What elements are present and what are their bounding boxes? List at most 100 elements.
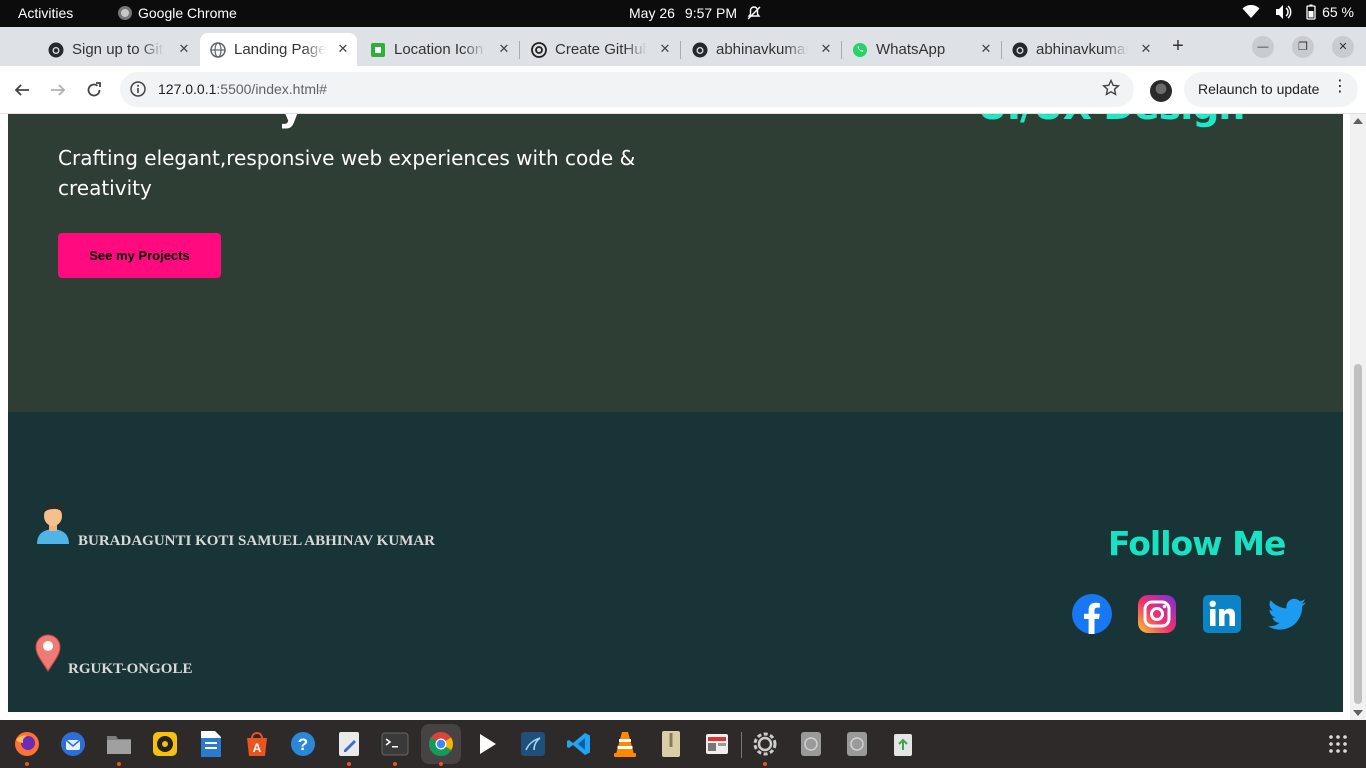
tab-close-icon[interactable]: ✕ (176, 41, 192, 57)
tab-abhinavkumar-1[interactable]: abhinavkumar ✕ (682, 33, 840, 66)
linkedin-icon[interactable] (1202, 594, 1242, 634)
tab-close-icon[interactable]: ✕ (818, 41, 834, 57)
hero-rotating-text: UI/UX Design (977, 114, 1245, 128)
tab-abhinavkumar-2[interactable]: abhinavkumar ✕ (1002, 33, 1160, 66)
dock-terminal[interactable] (375, 724, 415, 766)
play-icon (480, 734, 496, 754)
dock-media-player[interactable] (467, 724, 507, 764)
maximize-button[interactable]: ❐ (1292, 36, 1314, 58)
hero-section: y UI/UX Design Crafting elegant,responsi… (8, 114, 1343, 412)
dock-settings[interactable] (745, 724, 785, 766)
tab-close-icon[interactable]: ✕ (978, 41, 994, 57)
url-host: 127.0.0.1 (158, 81, 217, 97)
notifications-off-icon (747, 6, 761, 20)
dock-disk-2[interactable] (837, 724, 877, 764)
dock-rhythmbox[interactable] (145, 724, 185, 764)
ubuntu-dock: A ? (0, 720, 1366, 768)
tab-title: Location Icon (394, 41, 484, 58)
tab-close-icon[interactable]: ✕ (496, 41, 512, 57)
scroll-up-icon[interactable] (1353, 118, 1363, 124)
clock[interactable]: May 26 9:57 PM (629, 5, 761, 21)
url-path: :5500/index.html# (216, 81, 327, 97)
tab-close-icon[interactable]: ✕ (657, 41, 673, 57)
app-name: Google Chrome (138, 5, 237, 21)
dock-app-center[interactable]: A (237, 724, 277, 764)
bookmark-star-icon[interactable] (1101, 78, 1121, 102)
kebab-menu-icon[interactable]: ⋮ (1332, 79, 1348, 95)
libreoffice-writer-icon (201, 731, 221, 757)
screenshot-icon (706, 734, 728, 754)
archive-icon (662, 731, 680, 757)
owner-name: BURADAGUNTI KOTI SAMUEL ABHINAV KUMAR (78, 533, 435, 549)
dock-disk-1[interactable] (791, 724, 831, 764)
system-tray[interactable]: 65 % (1242, 4, 1354, 20)
github-icon (1012, 42, 1028, 58)
tab-close-icon[interactable]: ✕ (335, 41, 351, 57)
wifi-icon (1242, 5, 1260, 18)
page-scrollbar[interactable] (1350, 114, 1366, 720)
dock-vscode[interactable] (559, 724, 599, 764)
hero-heading-clipped: y (278, 114, 304, 130)
facebook-icon[interactable] (1072, 594, 1112, 634)
dock-trash[interactable] (883, 724, 923, 764)
minimize-button[interactable]: — (1252, 36, 1274, 58)
profile-avatar[interactable] (1150, 80, 1172, 102)
tab-sign-up-github[interactable]: Sign up to GitHub ✕ (38, 33, 198, 66)
twitter-icon[interactable] (1267, 594, 1307, 634)
reload-button[interactable] (82, 78, 106, 102)
disk-icon (847, 732, 867, 756)
chrome-app-icon (118, 6, 132, 20)
help-icon: ? (291, 732, 315, 756)
tab-whatsapp[interactable]: WhatsApp ✕ (842, 33, 1000, 66)
hero-tagline: Crafting elegant,responsive web experien… (58, 146, 636, 200)
back-button[interactable] (10, 78, 34, 102)
dock-vlc[interactable] (605, 724, 645, 764)
green-square-icon (370, 42, 386, 58)
forward-button[interactable] (46, 78, 70, 102)
relaunch-to-update-button[interactable]: Relaunch to update ⋮ (1184, 72, 1358, 107)
dock-thunderbird[interactable] (53, 724, 93, 764)
tab-location-icon[interactable]: Location Icon ✕ (360, 33, 518, 66)
tab-close-icon[interactable]: ✕ (1138, 41, 1154, 57)
folder-icon (107, 736, 131, 754)
footer-section: BURADAGUNTI KOTI SAMUEL ABHINAV KUMAR RG… (8, 412, 1343, 712)
dock-screenshot[interactable] (697, 724, 737, 764)
new-tab-button[interactable]: + (1169, 36, 1187, 56)
tab-title: abhinavkumar (1036, 41, 1128, 58)
tab-create-github[interactable]: Create GitHub ✕ (521, 33, 679, 66)
close-window-button[interactable]: ✕ (1332, 36, 1354, 58)
dock-chrome[interactable] (421, 724, 461, 766)
person-avatar-icon (37, 502, 69, 544)
vscode-icon (567, 733, 590, 755)
address-bar[interactable]: 127.0.0.1:5500/index.html# (120, 72, 1134, 107)
dock-text-editor[interactable] (329, 724, 369, 766)
github-icon (692, 42, 708, 58)
scrollbar-thumb[interactable] (1354, 364, 1362, 704)
tab-landing-page[interactable]: Landing Page ✕ (200, 33, 357, 66)
arrow-right-icon (51, 84, 66, 96)
tab-title: Create GitHub (555, 41, 647, 58)
text-editor-icon (339, 732, 359, 756)
see-projects-button[interactable]: See my Projects (58, 233, 221, 278)
disk-icon (801, 732, 821, 756)
relaunch-label: Relaunch to update (1198, 81, 1320, 97)
dock-help[interactable]: ? (283, 724, 323, 764)
battery-percent: 65 % (1322, 4, 1354, 20)
openai-icon (531, 41, 547, 58)
scroll-down-icon[interactable] (1353, 710, 1363, 716)
date-text: May 26 (629, 5, 675, 21)
dock-files[interactable] (99, 724, 139, 766)
whatsapp-icon (852, 42, 868, 58)
tab-strip: Sign up to GitHub ✕ Landing Page ✕ Locat… (0, 27, 1366, 66)
dock-writer[interactable] (191, 724, 231, 764)
dock-mysql-workbench[interactable] (513, 724, 553, 764)
dock-show-apps[interactable] (1318, 724, 1358, 764)
trash-icon (894, 734, 912, 756)
dock-firefox[interactable] (7, 724, 47, 766)
activities-button[interactable]: Activities (18, 5, 73, 21)
dock-archive-manager[interactable] (651, 724, 691, 764)
instagram-icon[interactable] (1137, 594, 1177, 634)
app-menu[interactable]: Google Chrome (118, 5, 237, 21)
system-top-bar: Activities Google Chrome May 26 9:57 PM … (0, 0, 1366, 27)
site-info-icon[interactable] (130, 81, 146, 102)
